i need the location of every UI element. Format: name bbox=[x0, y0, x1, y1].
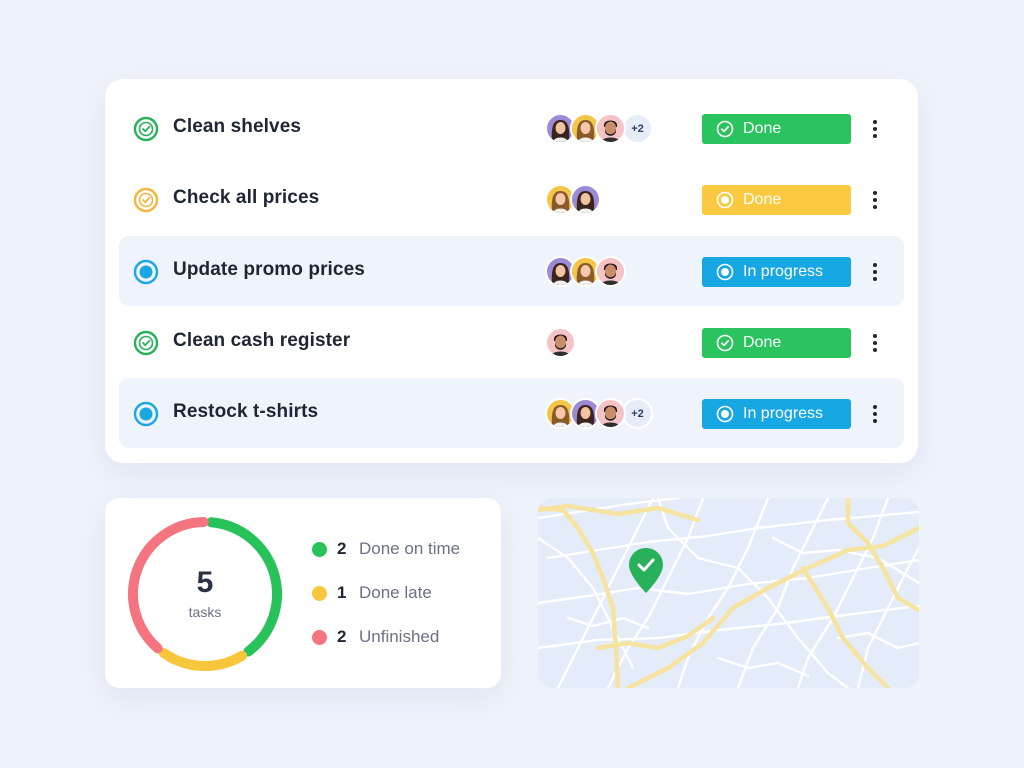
assignee-avatars[interactable]: +2 bbox=[545, 398, 653, 430]
assignee-avatars[interactable]: +2 bbox=[545, 113, 653, 145]
avatar bbox=[545, 327, 576, 358]
avatar bbox=[595, 256, 626, 287]
location-map[interactable] bbox=[538, 498, 919, 688]
assignee-avatars[interactable] bbox=[545, 184, 601, 216]
legend-label: Unfinished bbox=[359, 627, 440, 646]
legend-item: 1 Done late bbox=[312, 581, 432, 605]
avatar bbox=[595, 398, 626, 429]
status-label: Done bbox=[743, 191, 782, 208]
task-check-icon[interactable] bbox=[133, 330, 159, 356]
map-pin-check-icon bbox=[629, 548, 663, 593]
legend-item: 2 Done on time bbox=[312, 537, 460, 561]
avatar bbox=[570, 184, 601, 215]
status-label: Done bbox=[743, 334, 782, 351]
task-name: Restock t-shirts bbox=[173, 401, 319, 422]
task-name: Clean shelves bbox=[173, 116, 302, 137]
more-options-icon[interactable] bbox=[867, 329, 883, 357]
legend-item: 2 Unfinished bbox=[312, 625, 439, 649]
legend-dot-icon bbox=[312, 585, 327, 601]
total-task-label: tasks bbox=[188, 604, 222, 620]
legend-dot-icon bbox=[312, 541, 327, 557]
task-list-card: Clean shelves +2 Done Check all prices Done U… bbox=[105, 79, 918, 463]
status-label: Done bbox=[743, 120, 782, 137]
check-circle-icon bbox=[716, 334, 743, 352]
assignee-avatars[interactable] bbox=[545, 327, 576, 359]
task-name: Check all prices bbox=[173, 187, 320, 208]
radio-dot-icon bbox=[716, 405, 743, 423]
status-label: In progress bbox=[743, 405, 824, 422]
total-task-count: 5 bbox=[196, 566, 214, 599]
extra-assignees-count[interactable]: +2 bbox=[622, 398, 653, 429]
more-options-icon[interactable] bbox=[867, 400, 883, 428]
task-row[interactable]: Clean cash register Done bbox=[119, 307, 904, 377]
task-radio-icon[interactable] bbox=[133, 401, 159, 427]
radio-dot-icon bbox=[716, 263, 743, 281]
task-check-icon[interactable] bbox=[133, 116, 159, 142]
status-badge[interactable]: In progress bbox=[702, 257, 851, 287]
task-row[interactable]: Check all prices Done bbox=[119, 164, 904, 234]
legend-count: 1 bbox=[337, 583, 347, 602]
avatar bbox=[595, 113, 626, 144]
task-summary-card: 5 tasks 2 Done on time 1 Done late 2 Unfinish… bbox=[105, 498, 501, 688]
task-name: Clean cash register bbox=[173, 330, 351, 351]
map-streets bbox=[538, 498, 919, 688]
legend-label: Done late bbox=[359, 583, 432, 602]
radio-dot-icon bbox=[716, 191, 743, 209]
more-options-icon[interactable] bbox=[867, 186, 883, 214]
more-options-icon[interactable] bbox=[867, 258, 883, 286]
task-name: Update promo prices bbox=[173, 259, 365, 280]
task-row[interactable]: Update promo prices In progress bbox=[119, 236, 904, 306]
task-row[interactable]: Clean shelves +2 Done bbox=[119, 93, 904, 163]
legend-count: 2 bbox=[337, 627, 347, 646]
assignee-avatars[interactable] bbox=[545, 256, 626, 288]
task-row[interactable]: Restock t-shirts +2 In progress bbox=[119, 378, 904, 448]
legend-count: 2 bbox=[337, 539, 347, 558]
more-options-icon[interactable] bbox=[867, 115, 883, 143]
task-radio-icon[interactable] bbox=[133, 259, 159, 285]
check-circle-icon bbox=[716, 120, 743, 138]
status-badge[interactable]: In progress bbox=[702, 399, 851, 429]
status-badge[interactable]: Done bbox=[702, 328, 851, 358]
legend-label: Done on time bbox=[359, 539, 461, 558]
status-badge[interactable]: Done bbox=[702, 114, 851, 144]
task-check-icon[interactable] bbox=[133, 187, 159, 213]
extra-assignees-count[interactable]: +2 bbox=[622, 113, 653, 144]
status-badge[interactable]: Done bbox=[702, 185, 851, 215]
legend-dot-icon bbox=[312, 629, 327, 645]
donut-center: 5 tasks bbox=[125, 514, 285, 674]
status-label: In progress bbox=[743, 263, 824, 280]
